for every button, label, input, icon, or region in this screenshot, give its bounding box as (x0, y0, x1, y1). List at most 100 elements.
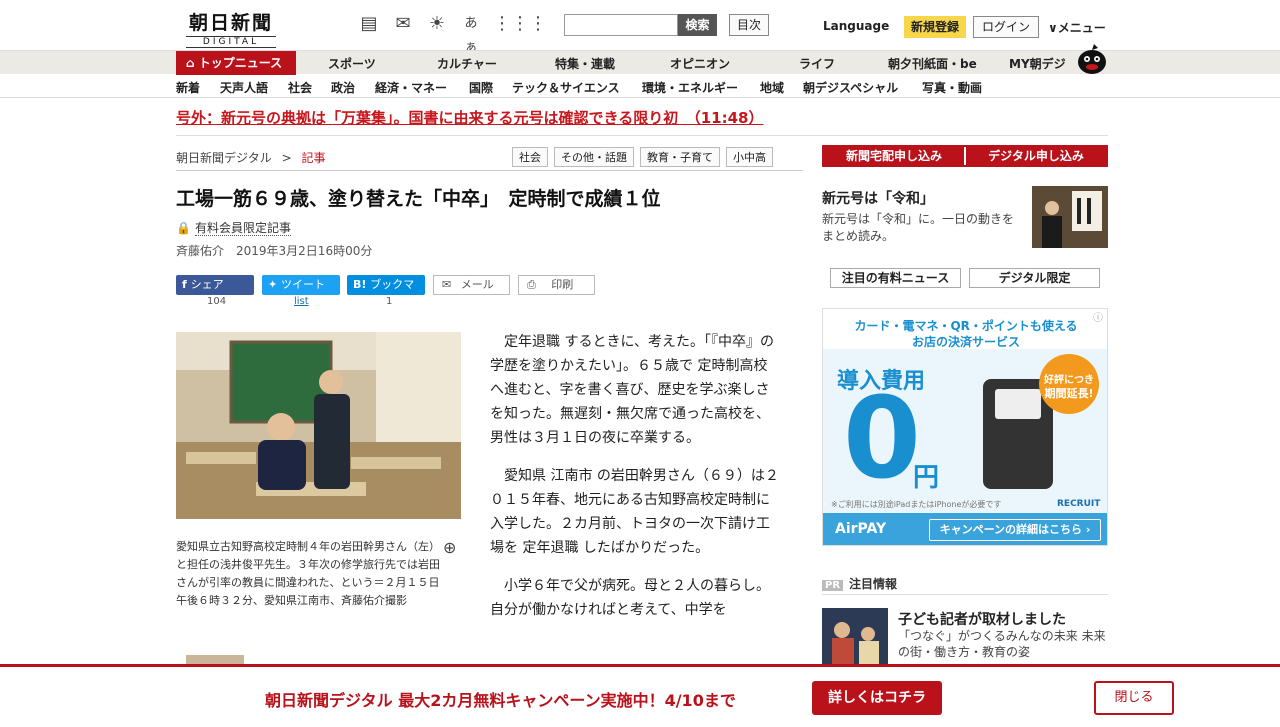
nav-top-news-label: トップニュース (198, 56, 283, 70)
tab-digital-only[interactable]: デジタル限定 (969, 268, 1100, 288)
nav-top-news[interactable]: ⌂ トップニュース (176, 51, 296, 75)
nav2-photo[interactable]: 写真・動画 (922, 79, 982, 96)
mail-icon: ✉ (442, 278, 455, 291)
hatena-count: 1 (386, 296, 393, 307)
nav-sports[interactable]: スポーツ (328, 55, 376, 72)
pr-heading: PR 注目情報 (822, 575, 897, 592)
logo-text: 朝日新聞 (188, 12, 273, 34)
print-icon: ⎙ (527, 278, 540, 291)
article-tags: 社会 その他・話題 教育・子育て 小中高 (512, 147, 773, 167)
pr-desc: 「つなぐ」がつくるみんなの未来 未来の街・働き方・教育の姿 (898, 629, 1106, 659)
banner-message: 朝日新聞デジタル 最大2カ月無料キャンペーン実施中！4/10まで (265, 691, 736, 710)
pr-title[interactable]: 子ども記者が取材しました (898, 609, 1066, 629)
tag[interactable]: 教育・子育て (640, 147, 720, 167)
ad-badge1: 好評につき (1044, 375, 1094, 386)
campaign-banner: 朝日新聞デジタル 最大2カ月無料キャンペーン実施中！4/10まで 詳しくはコチラ… (0, 664, 1280, 727)
twitter-share-label: ツイート (281, 278, 326, 291)
search-input[interactable] (564, 14, 678, 36)
divider (176, 135, 1108, 136)
hatena-icon: B! (353, 278, 371, 291)
nav2-society[interactable]: 社会 (288, 79, 312, 96)
nav-opinion[interactable]: オピニオン (670, 55, 730, 72)
tag[interactable]: 小中高 (726, 147, 773, 167)
paragraph: 小学６年で父が病死。母と２人の暮らし。自分が働かなければと考えて、中学を (490, 578, 770, 618)
font-size-icon[interactable]: あぁ (459, 12, 483, 55)
home-icon: ⌂ (186, 56, 199, 70)
nav2-tensei[interactable]: 天声人語 (220, 79, 268, 96)
tag[interactable]: 社会 (512, 147, 548, 167)
contents-button[interactable]: 目次 (729, 14, 769, 36)
breaking-news-link[interactable]: 号外：新元号の典拠は「万葉集」。国書に由来する元号は確認できる限り初 （11:4… (176, 107, 763, 128)
byline: 斉藤佑介 2019年3月2日16時00分 (176, 244, 373, 258)
nav2-environment[interactable]: 環境・エネルギー (642, 79, 738, 96)
nav-my[interactable]: MY朝デジ (1009, 55, 1066, 72)
home-delivery-button[interactable]: 新聞宅配申し込み (824, 147, 966, 165)
airpay-ad[interactable]: ⓘ カード・電マネ・QR・ポイントも使える お店の決済サービス 導入費用 0 円… (822, 308, 1108, 546)
nav2-economy[interactable]: 経済・マネー (375, 79, 447, 96)
facebook-count: 104 (207, 296, 227, 307)
menu-button[interactable]: ∨メニュー (1048, 19, 1106, 36)
mail-button[interactable]: ✉ メール (433, 275, 510, 295)
print-button[interactable]: ⎙ 印刷 (518, 275, 595, 295)
subscribe-buttons: 新聞宅配申し込み デジタル申し込み (822, 145, 1108, 167)
digital-subscribe-button[interactable]: デジタル申し込み (966, 147, 1106, 165)
print-label: 印刷 (551, 278, 574, 291)
grid-icon[interactable]: ⋮⋮⋮ (493, 12, 547, 36)
tag[interactable]: その他・話題 (554, 147, 634, 167)
pr-label: 注目情報 (849, 577, 898, 591)
hatena-bookmark-button[interactable]: B! ブックマーク (347, 275, 425, 311)
zoom-icon[interactable]: ⊕ (443, 538, 456, 557)
nav2-international[interactable]: 国際 (469, 79, 493, 96)
banner-more-button[interactable]: 詳しくはコチラ (812, 681, 942, 715)
facebook-share-button[interactable]: f シェア (176, 275, 254, 295)
nav2-new[interactable]: 新着 (176, 79, 200, 96)
breadcrumb-sep: > (281, 151, 292, 165)
nav2-tech[interactable]: テック＆サイエンス (512, 79, 620, 96)
weather-icon[interactable]: ☀ (425, 12, 449, 36)
twitter-share-button[interactable]: ✦ ツイート (262, 275, 340, 295)
nav-culture[interactable]: カルチャー (437, 55, 497, 72)
search-button[interactable]: 検索 (678, 14, 717, 36)
nav2-special[interactable]: 朝デジスペシャル (803, 79, 898, 96)
nav-features[interactable]: 特集・連載 (555, 55, 615, 72)
ad-note: ※ご利用には別途iPadまたはiPhoneが必要です (831, 500, 1002, 509)
mail-label: メール (460, 278, 494, 291)
banner-close-button[interactable]: 閉じる (1094, 681, 1174, 715)
header-icons: ▤ ✉ ☀ あぁ ⋮⋮⋮ (357, 12, 547, 55)
tablet-icon[interactable]: ▤ (357, 12, 381, 36)
paragraph: 定年退職 するときに、考えた。「『中卒』の学歴を塗りかえたい」。６５歳で 定時制… (490, 334, 775, 446)
ad-line2: お店の決済サービス (911, 335, 1020, 349)
ad-cta-button[interactable]: キャンペーンの詳細はこちら › (929, 519, 1101, 541)
ad-brand: AirPAY (835, 521, 887, 537)
facebook-share-label: シェア (190, 278, 224, 291)
signup-button[interactable]: 新規登録 (904, 16, 966, 38)
login-button[interactable]: ログイン (973, 16, 1039, 38)
nav2-region[interactable]: 地域 (760, 79, 784, 96)
pr-thumbnail[interactable] (822, 608, 888, 668)
pr-badge: PR (822, 580, 844, 591)
reiwa-thumbnail[interactable] (1032, 186, 1108, 248)
paragraph: 愛知県 江南市 の岩田幹男さん（６９）は２０１５年春、地元にある古知野高校定時制… (490, 468, 779, 556)
ad-recruit: RECRUIT (1057, 499, 1101, 509)
breadcrumb: 朝日新聞デジタル > 記事 (176, 149, 326, 166)
divider (822, 594, 1108, 595)
twitter-icon: ✦ (268, 278, 282, 291)
nav-life[interactable]: ライフ (799, 55, 835, 72)
article-body: 定年退職 するときに、考えた。「『中卒』の学歴を塗りかえたい」。６５歳で 定時制… (490, 330, 780, 636)
nav2-politics[interactable]: 政治 (331, 79, 355, 96)
reiwa-title[interactable]: 新元号は「令和」 (822, 188, 934, 208)
breadcrumb-home[interactable]: 朝日新聞デジタル (176, 151, 272, 165)
article-photo[interactable] (176, 332, 461, 519)
twitter-count[interactable]: list (294, 296, 309, 307)
logo-subtext: DIGITAL (186, 36, 276, 48)
tab-paid-news[interactable]: 注目の有料ニュース (830, 268, 961, 288)
site-logo[interactable]: 朝日新聞 DIGITAL (186, 8, 276, 48)
newspaper-icon[interactable]: ✉ (391, 12, 415, 36)
mascot-icon[interactable] (1074, 40, 1110, 76)
nav-paper[interactable]: 朝夕刊紙面・be (888, 55, 977, 72)
member-only-label[interactable]: 🔒 有料会員限定記事 (176, 219, 291, 236)
language-link[interactable]: Language (823, 19, 889, 33)
photo-caption: 愛知県立古知野高校定時制４年の岩田幹男さん（左）と担任の浅井俊平先生。３年次の修… (176, 540, 440, 607)
facebook-icon: f (182, 278, 191, 291)
lock-icon: 🔒 (176, 221, 191, 235)
